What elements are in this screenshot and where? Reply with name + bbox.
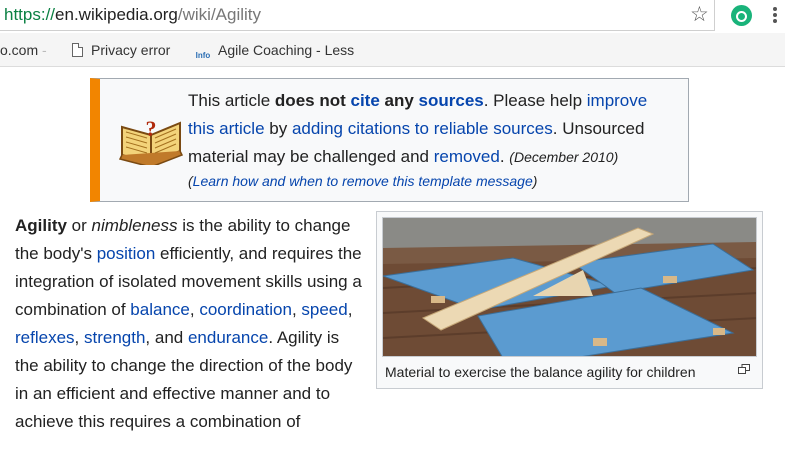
link-position[interactable]: position: [97, 244, 156, 263]
bookmark-label: Agile Coaching - Less: [218, 42, 355, 58]
notice-message: This article does not cite any sources. …: [188, 91, 648, 166]
url-host: en.wikipedia.org: [55, 5, 178, 24]
extension-eye-icon[interactable]: [731, 5, 752, 26]
balance-board-photo[interactable]: [382, 217, 757, 357]
unsourced-notice-box: ? This article does not cite any sources…: [90, 78, 689, 202]
link-coordination[interactable]: coordination: [199, 300, 292, 319]
browser-menu-icon[interactable]: [773, 7, 777, 25]
svg-text:?: ?: [146, 116, 157, 141]
address-bar: https://en.wikipedia.org/wiki/Agility ☆: [0, 0, 785, 33]
bookmarks-bar: o.com - Privacy error Info Agile Coaching…: [0, 33, 785, 67]
article-lead-paragraph: Agility or nimbleness is the ability to …: [15, 216, 362, 431]
link-balance[interactable]: balance: [130, 300, 190, 319]
sources-link[interactable]: sources: [419, 91, 484, 110]
learn-remove-link[interactable]: Learn how and when to remove this templa…: [193, 173, 533, 189]
bookmark-item-agile-coaching[interactable]: Info Agile Coaching - Less: [195, 42, 365, 68]
link-reflexes[interactable]: reflexes: [15, 328, 75, 347]
link-speed[interactable]: speed: [301, 300, 347, 319]
bookmark-item-partial[interactable]: o.com -: [0, 42, 47, 58]
page-icon: [72, 43, 83, 57]
notice-date: (December 2010): [509, 149, 619, 165]
bookmark-label: Privacy error: [91, 42, 171, 58]
removed-link[interactable]: removed: [434, 147, 500, 166]
notice-remove-hint: (Learn how and when to remove this templ…: [188, 173, 538, 189]
article-term: Agility: [15, 216, 67, 235]
cite-link[interactable]: cite: [350, 91, 379, 110]
url-scheme: https://: [4, 5, 56, 24]
adding-citations-link[interactable]: adding citations to reliable sources: [292, 119, 553, 138]
figure-caption: Material to exercise the balance agility…: [385, 364, 696, 380]
bookmark-star-icon[interactable]: ☆: [690, 4, 709, 26]
url-path: /wiki/Agility: [177, 5, 262, 24]
link-endurance[interactable]: endurance: [188, 328, 268, 347]
bookmark-item-privacy-error[interactable]: Privacy error: [72, 42, 170, 58]
url-field[interactable]: https://en.wikipedia.org/wiki/Agility ☆: [0, 0, 715, 31]
link-strength[interactable]: strength: [84, 328, 145, 347]
info-icon: Info: [195, 51, 211, 60]
question-book-icon: ?: [118, 116, 184, 165]
bookmark-label: o.com: [0, 42, 39, 58]
enlarge-icon[interactable]: [738, 364, 750, 374]
balance-board-illustration: [383, 218, 756, 356]
figure-thumbnail: Material to exercise the balance agility…: [376, 211, 763, 389]
